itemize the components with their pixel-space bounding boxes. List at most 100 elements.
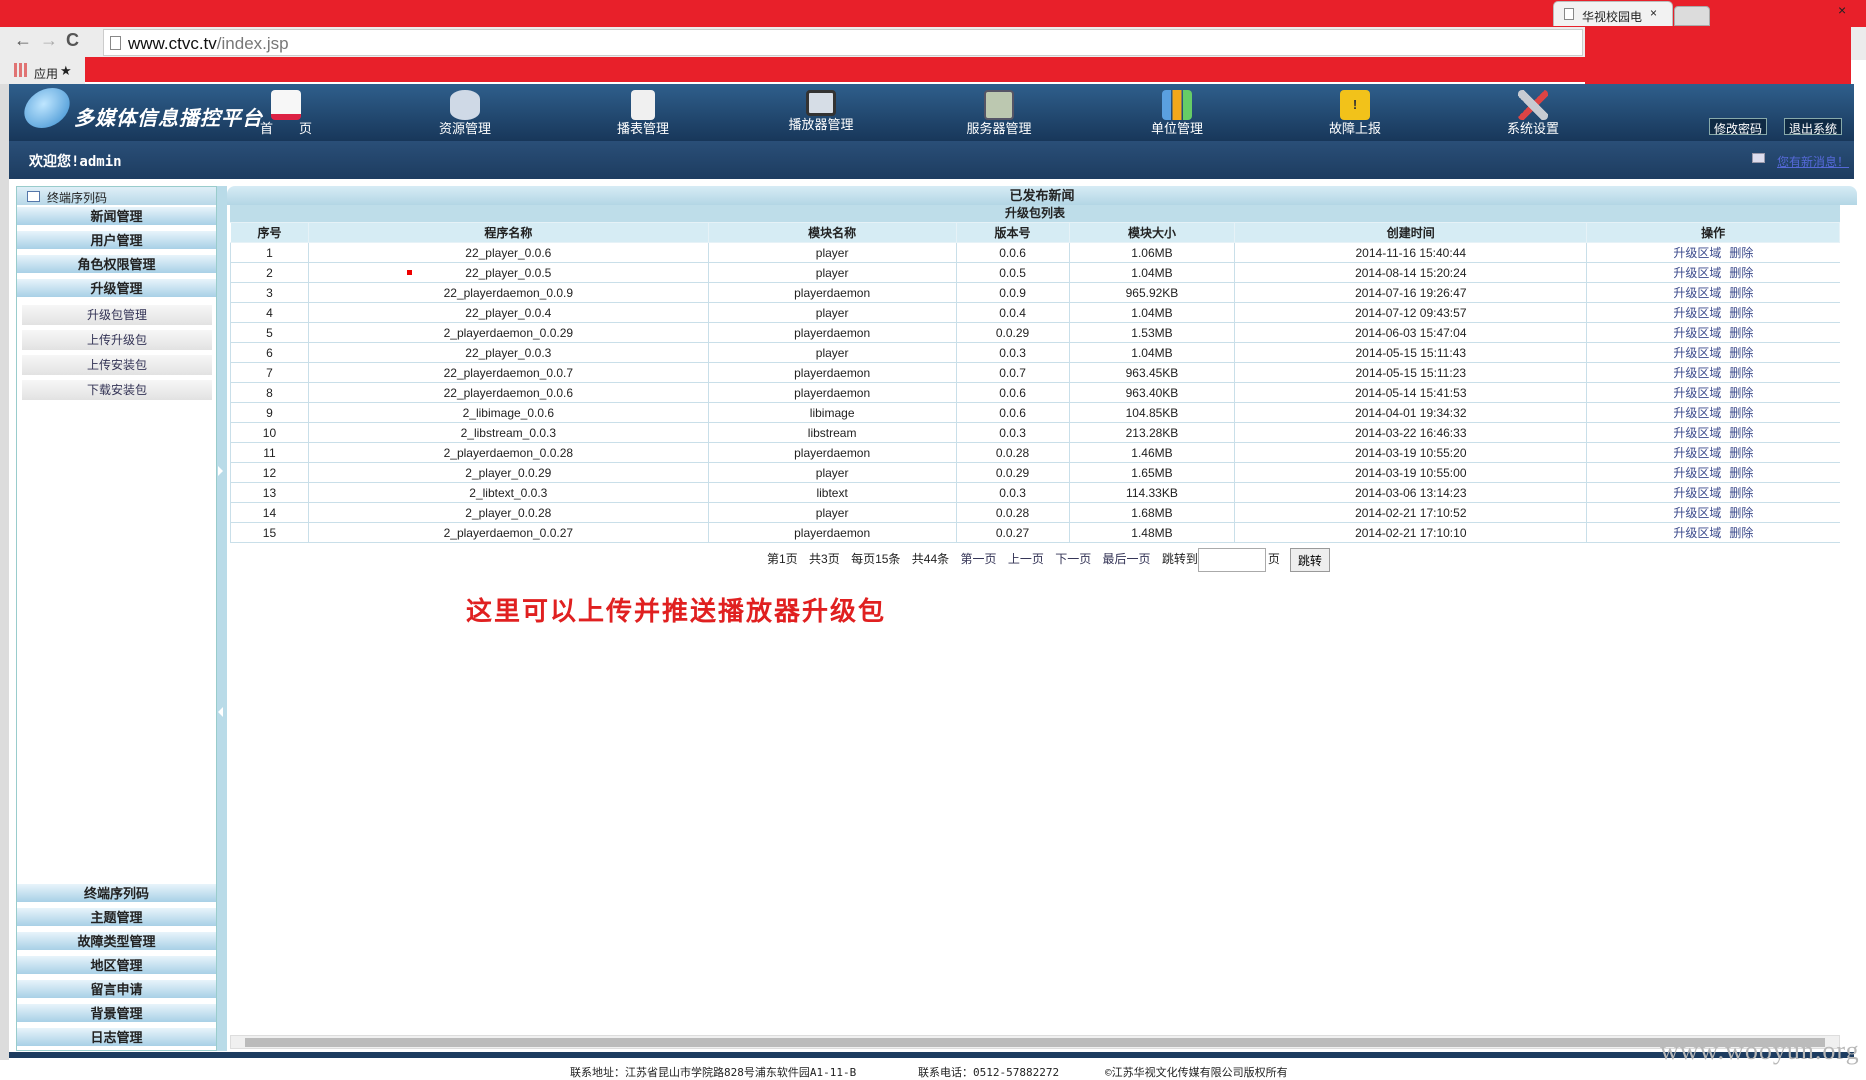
upgrade-area-link[interactable]: 升级区域 xyxy=(1673,486,1721,500)
upgrade-package-table: 序号 程序名称 模块名称 版本号 模块大小 创建时间 操作 1 22_player… xyxy=(230,222,1840,543)
menu-backgrounds[interactable]: 背景管理 xyxy=(17,1004,216,1023)
logo-icon xyxy=(19,88,75,128)
page-number-input[interactable] xyxy=(1197,548,1266,572)
scrollbar-thumb[interactable] xyxy=(245,1038,1825,1047)
cell-name: 2_libimage_0.0.6 xyxy=(307,402,709,423)
apps-label[interactable]: 应用 xyxy=(34,65,58,82)
upgrade-area-link[interactable]: 升级区域 xyxy=(1673,266,1721,280)
upgrade-area-link[interactable]: 升级区域 xyxy=(1673,306,1721,320)
nav-playlist[interactable]: 播表管理 xyxy=(588,84,698,141)
nav-settings[interactable]: 系统设置 xyxy=(1478,84,1588,141)
new-message-link[interactable]: 您有新消息！ xyxy=(1777,153,1849,170)
delete-link[interactable]: 删除 xyxy=(1729,406,1753,420)
delete-link[interactable]: 删除 xyxy=(1729,466,1753,480)
tab-close-icon[interactable]: × xyxy=(1650,6,1657,20)
delete-link[interactable]: 删除 xyxy=(1729,346,1753,360)
forward-icon[interactable]: → xyxy=(40,30,58,51)
menu-themes[interactable]: 主题管理 xyxy=(17,908,216,927)
cell-size: 965.92KB xyxy=(1068,282,1235,303)
cell-size: 1.68MB xyxy=(1068,502,1235,523)
prev-page-link[interactable]: 上一页 xyxy=(1008,552,1044,566)
cell-no: 9 xyxy=(230,402,309,423)
upgrade-area-link[interactable]: 升级区域 xyxy=(1673,326,1721,340)
upgrade-area-link[interactable]: 升级区域 xyxy=(1673,406,1721,420)
upgrade-area-link[interactable]: 升级区域 xyxy=(1673,506,1721,520)
panel-title: 已发布新闻 xyxy=(227,186,1857,205)
delete-link[interactable]: 删除 xyxy=(1729,506,1753,520)
logout-button[interactable]: 退出系统 xyxy=(1784,118,1843,136)
expand-arrow-icon[interactable] xyxy=(218,466,223,476)
star-icon[interactable]: ★ xyxy=(60,63,72,79)
upgrade-area-link[interactable]: 升级区域 xyxy=(1673,386,1721,400)
delete-link[interactable]: 删除 xyxy=(1729,306,1753,320)
upgrade-area-link[interactable]: 升级区域 xyxy=(1673,246,1721,260)
horizontal-scrollbar[interactable] xyxy=(230,1035,1840,1049)
cell-version: 0.0.6 xyxy=(955,402,1069,423)
collapse-arrow-icon[interactable] xyxy=(218,707,223,717)
change-password-button[interactable]: 修改密码 xyxy=(1709,118,1768,136)
window-close-icon[interactable]: × xyxy=(1838,2,1846,18)
delete-link[interactable]: 删除 xyxy=(1729,486,1753,500)
nav-servers[interactable]: 服务器管理 xyxy=(944,84,1054,141)
new-tab-button[interactable] xyxy=(1674,6,1710,26)
redacted-bar xyxy=(1585,27,1851,87)
menu-fault-types[interactable]: 故障类型管理 xyxy=(17,932,216,951)
cell-actions: 升级区域 删除 xyxy=(1586,462,1840,483)
nav-fault-report[interactable]: ! 故障上报 xyxy=(1300,84,1410,141)
cell-version: 0.0.6 xyxy=(955,242,1069,263)
delete-link[interactable]: 删除 xyxy=(1729,366,1753,380)
delete-link[interactable]: 删除 xyxy=(1729,266,1753,280)
cell-created: 2014-03-19 10:55:00 xyxy=(1234,462,1587,483)
submenu-download-install[interactable]: 下载安装包 xyxy=(22,380,212,400)
window-edge xyxy=(0,84,9,1060)
nav-players[interactable]: 播放器管理 xyxy=(766,84,876,141)
current-page: 第1页 xyxy=(767,552,798,567)
menu-regions[interactable]: 地区管理 xyxy=(17,956,216,975)
url-input[interactable]: www.ctvc.tv/index.jsp xyxy=(103,29,1583,56)
apps-icon[interactable] xyxy=(14,63,28,77)
cell-module: player xyxy=(707,262,957,283)
upgrade-area-link[interactable]: 升级区域 xyxy=(1673,366,1721,380)
nav-units[interactable]: 单位管理 xyxy=(1122,84,1232,141)
upgrade-area-link[interactable]: 升级区域 xyxy=(1673,526,1721,540)
delete-link[interactable]: 删除 xyxy=(1729,386,1753,400)
upgrade-area-link[interactable]: 升级区域 xyxy=(1673,446,1721,460)
menu-terminal-serial[interactable]: 终端序列码 xyxy=(17,884,216,903)
submenu-upgrade-packages[interactable]: 升级包管理 xyxy=(22,305,212,325)
submenu-upload-install[interactable]: 上传安装包 xyxy=(22,355,212,375)
reload-icon[interactable]: C xyxy=(66,30,79,51)
cell-version: 0.0.5 xyxy=(955,262,1069,283)
first-page-link[interactable]: 第一页 xyxy=(960,552,996,566)
next-page-link[interactable]: 下一页 xyxy=(1055,552,1091,566)
cell-actions: 升级区域 删除 xyxy=(1586,242,1840,263)
nav-home[interactable]: 首 页 xyxy=(231,84,341,141)
submenu-upload-upgrade[interactable]: 上传升级包 xyxy=(22,330,212,350)
menu-logs[interactable]: 日志管理 xyxy=(17,1028,216,1047)
cell-name: 2_libstream_0.0.3 xyxy=(307,422,709,443)
upgrade-area-link[interactable]: 升级区域 xyxy=(1673,466,1721,480)
last-page-link[interactable]: 最后一页 xyxy=(1103,552,1151,566)
menu-upgrade[interactable]: 升级管理 xyxy=(17,279,216,298)
jump-button[interactable]: 跳转 xyxy=(1289,548,1330,572)
delete-link[interactable]: 删除 xyxy=(1729,286,1753,300)
menu-roles[interactable]: 角色权限管理 xyxy=(17,255,216,274)
cell-size: 1.46MB xyxy=(1068,442,1235,463)
delete-link[interactable]: 删除 xyxy=(1729,446,1753,460)
menu-messages[interactable]: 留言申请 xyxy=(17,980,216,999)
table-row: 8 22_playerdaemon_0.0.6 playerdaemon 0.0.6 9… xyxy=(230,382,1840,403)
nav-resources[interactable]: 资源管理 xyxy=(410,84,520,141)
cell-module: player xyxy=(707,342,957,363)
menu-users[interactable]: 用户管理 xyxy=(17,231,216,250)
back-icon[interactable]: ← xyxy=(14,30,32,51)
monitor-icon xyxy=(806,90,836,116)
delete-link[interactable]: 删除 xyxy=(1729,526,1753,540)
upgrade-area-link[interactable]: 升级区域 xyxy=(1673,426,1721,440)
delete-link[interactable]: 删除 xyxy=(1729,326,1753,340)
menu-news[interactable]: 新闻管理 xyxy=(17,207,216,226)
delete-link[interactable]: 删除 xyxy=(1729,246,1753,260)
upgrade-area-link[interactable]: 升级区域 xyxy=(1673,346,1721,360)
delete-link[interactable]: 删除 xyxy=(1729,426,1753,440)
upgrade-area-link[interactable]: 升级区域 xyxy=(1673,286,1721,300)
sidebar-splitter[interactable] xyxy=(217,186,227,1051)
cell-module: playerdaemon xyxy=(707,362,957,383)
